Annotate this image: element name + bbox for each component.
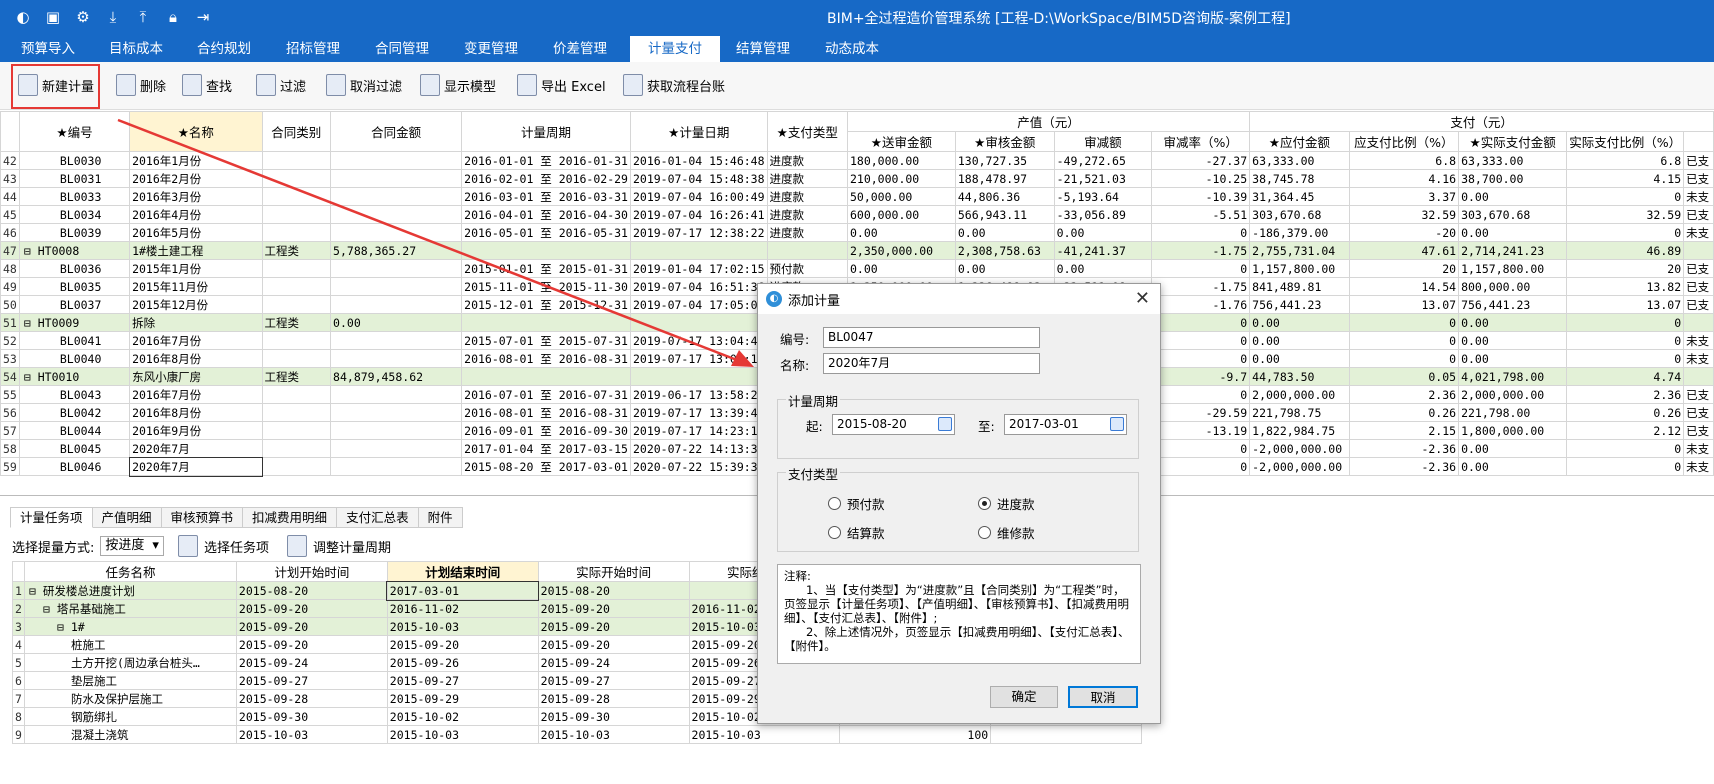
radio-circle-prepay [828,497,841,510]
note-box[interactable]: 注释: 1、当【支付类型】为“进度款”且【合同类别】为“工程类”时，页签显示【计… [777,564,1141,664]
note-text: 注释: 1、当【支付类型】为“进度款”且【合同类别】为“工程类”时，页签显示【计… [784,569,1130,653]
radio-circle-maintenance [978,526,991,539]
add-measure-dialog: ◐ 添加计量 ✕ 编号: BL0047 名称: 2020年7月 计量周期 起: … [757,283,1161,724]
code-input[interactable]: BL0047 [823,327,1040,348]
name-input[interactable]: 2020年7月 [823,353,1040,374]
radio-progress[interactable]: 进度款 [978,494,1035,513]
period-group: 计量周期 起: 2015-08-20 至: 2017-03-01 [777,391,1139,459]
code-label: 编号: [780,332,810,347]
start-date-input[interactable]: 2015-08-20 [832,414,955,435]
radio-maintenance-label: 维修款 [997,526,1035,541]
end-date-value: 2017-03-01 [1009,417,1079,431]
end-date-input[interactable]: 2017-03-01 [1004,414,1127,435]
paytype-group-title: 支付类型 [786,464,841,483]
start-label: 起: [806,419,823,434]
end-label: 至: [978,419,995,434]
close-icon[interactable]: ✕ [1135,288,1150,309]
paytype-group: 支付类型 预付款 进度款 结算款 维修款 [777,464,1139,552]
radio-settlement-label: 结算款 [847,526,885,541]
cancel-button[interactable]: 取消 [1068,686,1138,708]
app-logo-icon: ◐ [766,291,782,307]
radio-maintenance[interactable]: 维修款 [978,523,1035,542]
radio-settlement[interactable]: 结算款 [828,523,885,542]
dialog-title-bar: ◐ 添加计量 ✕ [758,284,1160,314]
calendar-icon[interactable] [938,417,952,431]
radio-circle-settlement [828,526,841,539]
start-date-value: 2015-08-20 [837,417,907,431]
radio-circle-progress [978,497,991,510]
calendar-icon[interactable] [1110,417,1124,431]
dialog-title: 添加计量 [788,293,841,309]
ok-button[interactable]: 确定 [990,686,1058,708]
radio-progress-label: 进度款 [997,497,1035,512]
name-label: 名称: [780,358,810,373]
radio-prepay-label: 预付款 [847,497,885,512]
radio-prepay[interactable]: 预付款 [828,494,885,513]
period-group-title: 计量周期 [786,391,841,410]
